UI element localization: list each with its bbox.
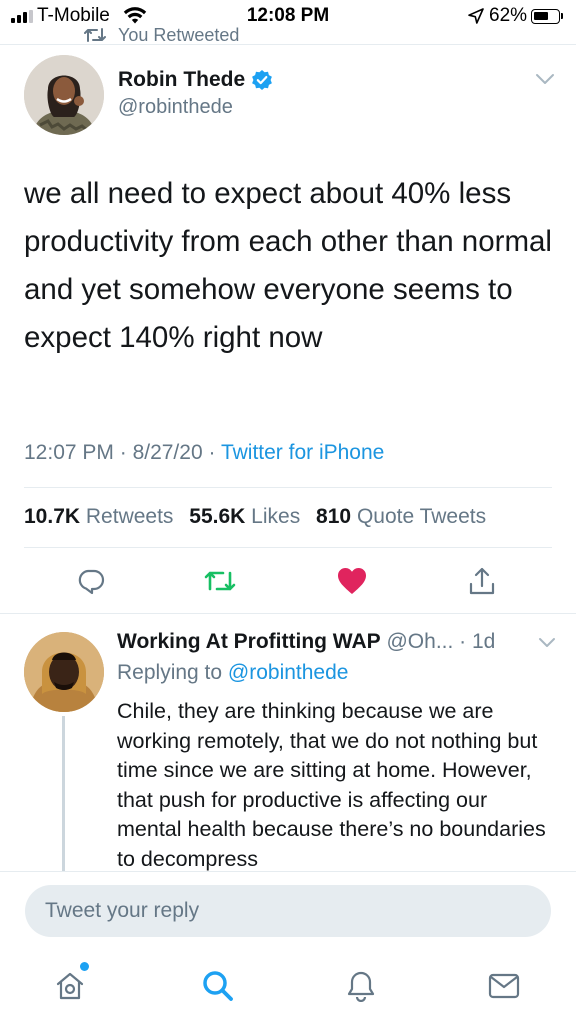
tweet-divider: [0, 613, 576, 614]
battery-nub: [561, 13, 563, 19]
tweet-stats: 10.7K Retweets 55.6K Likes 810 Quote Twe…: [24, 505, 486, 529]
author-avatar[interactable]: [24, 55, 104, 135]
thread-line: [62, 716, 65, 872]
likes-stat[interactable]: 55.6K Likes: [189, 505, 300, 528]
stats-divider: [24, 547, 552, 548]
reply-avatar[interactable]: [24, 632, 104, 712]
tweet-meta: 12:07 PM · 8/27/20 · Twitter for iPhone: [24, 441, 384, 465]
reply-text: Chile, they are thinking because we are …: [117, 699, 546, 871]
replying-to: Replying to @robinthede: [117, 661, 348, 685]
meta-separator: ·: [202, 441, 221, 464]
header-divider: [0, 44, 576, 45]
tweet-text: we all need to expect about 40% less pro…: [24, 177, 552, 354]
meta-separator: ·: [113, 441, 133, 464]
quote-tweets-label: Quote Tweets: [356, 505, 487, 528]
tweet-source-link[interactable]: Twitter for iPhone: [221, 441, 384, 464]
search-icon[interactable]: [198, 966, 238, 1006]
like-icon[interactable]: [336, 565, 368, 597]
author-name[interactable]: Robin Thede: [118, 68, 273, 92]
reply-age: 1d: [472, 630, 496, 653]
author-handle[interactable]: @robinthede: [118, 96, 233, 119]
signal-icon: [11, 10, 33, 23]
reply-header[interactable]: Working At Profitting WAP @Oh... · 1d: [117, 630, 537, 654]
reply-input[interactable]: [25, 885, 551, 937]
retweet-small-icon: [84, 28, 106, 42]
battery-level: [534, 12, 548, 20]
quote-tweets-count: 810: [316, 505, 352, 528]
tweet-menu-chevron-down-icon[interactable]: [535, 72, 555, 91]
tweet-date: 8/27/20: [132, 441, 203, 464]
battery-icon: [531, 9, 560, 24]
share-icon[interactable]: [466, 565, 498, 597]
home-icon[interactable]: [50, 966, 90, 1006]
reply-author-handle[interactable]: @Oh...: [386, 630, 453, 653]
tweet-time: 12:07 PM: [24, 441, 114, 464]
quote-tweets-stat[interactable]: 810 Quote Tweets: [316, 505, 486, 528]
retweets-count: 10.7K: [24, 505, 81, 528]
retweets-stat[interactable]: 10.7K Retweets: [24, 505, 173, 528]
messages-icon[interactable]: [484, 966, 524, 1006]
location-icon: [468, 8, 484, 29]
retweets-label: Retweets: [85, 505, 174, 528]
home-new-dot: [80, 962, 89, 971]
notifications-icon[interactable]: [341, 966, 381, 1006]
reply-menu-chevron-down-icon[interactable]: [538, 636, 556, 654]
retweet-icon[interactable]: [204, 565, 236, 597]
author-name-text[interactable]: Robin Thede: [118, 68, 245, 92]
reply-author-name[interactable]: Working At Profitting WAP: [117, 630, 381, 653]
likes-label: Likes: [251, 505, 301, 528]
reply-icon[interactable]: [75, 565, 107, 597]
reply-separator: ·: [453, 630, 472, 653]
replying-to-handle[interactable]: @robinthede: [228, 661, 349, 684]
battery-percent: 62%: [489, 5, 528, 26]
replying-prefix: Replying to: [117, 661, 223, 684]
likes-count: 55.6K: [189, 505, 246, 528]
meta-divider: [24, 487, 552, 488]
verified-badge-icon: [251, 69, 273, 91]
retweeted-label: You Retweeted: [118, 24, 240, 45]
retweeted-header: You Retweeted: [84, 24, 239, 46]
